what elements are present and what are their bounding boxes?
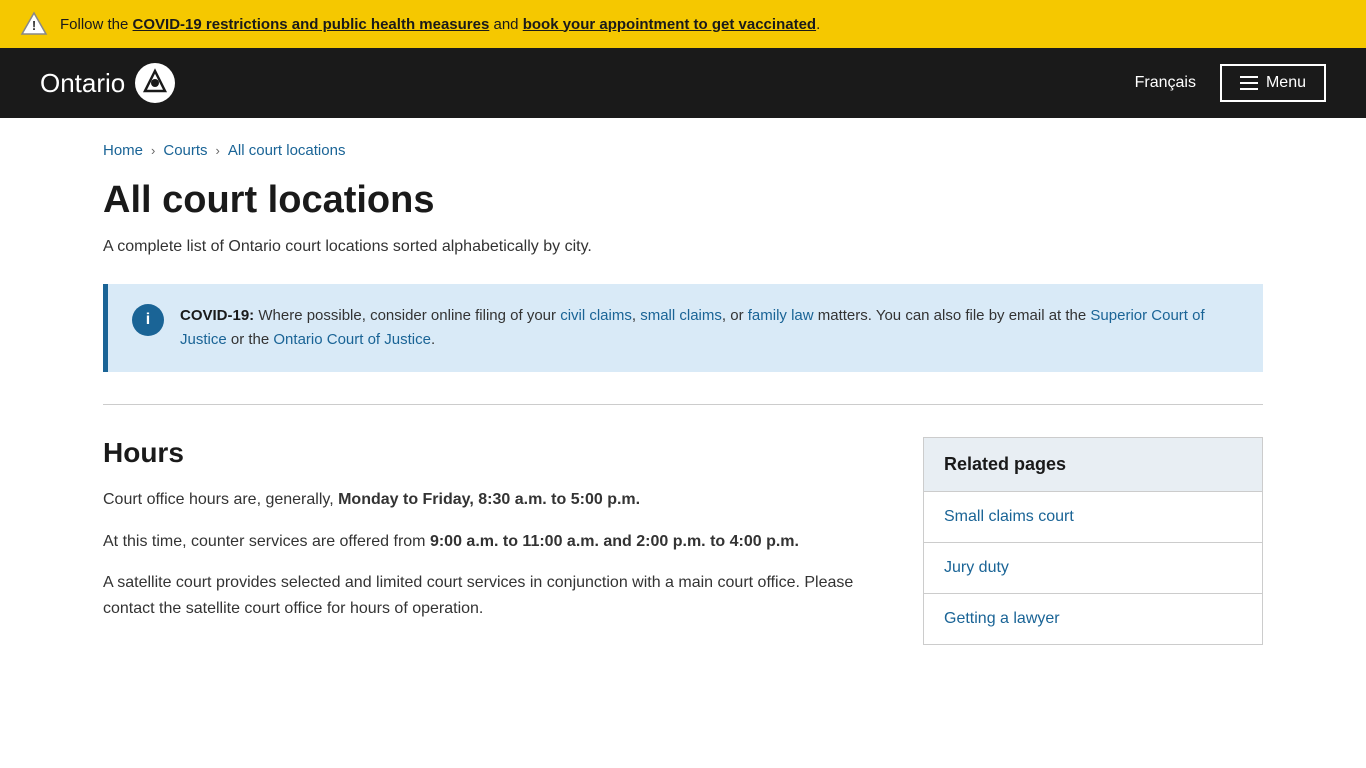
info-box-content: COVID-19: Where possible, consider onlin… bbox=[180, 304, 1239, 352]
francais-link[interactable]: Français bbox=[1135, 74, 1196, 92]
related-pages-box: Related pages Small claims court Jury du… bbox=[923, 437, 1263, 645]
hours-section: Hours Court office hours are, generally,… bbox=[103, 437, 883, 637]
sidebar: Related pages Small claims court Jury du… bbox=[923, 437, 1263, 645]
breadcrumb-courts[interactable]: Courts bbox=[163, 142, 207, 159]
hours-para-2: At this time, counter services are offer… bbox=[103, 529, 883, 555]
logo-text: Ontario bbox=[40, 68, 125, 99]
hamburger-icon bbox=[1240, 76, 1258, 90]
header: Ontario Français Menu bbox=[0, 48, 1366, 118]
info-icon: i bbox=[132, 304, 164, 336]
svg-text:!: ! bbox=[32, 18, 36, 33]
related-item-2: Jury duty bbox=[924, 542, 1262, 593]
main-content: Home › Courts › All court locations All … bbox=[63, 118, 1303, 645]
page-title: All court locations bbox=[103, 179, 1263, 222]
breadcrumb-sep-2: › bbox=[216, 143, 220, 158]
divider bbox=[103, 404, 1263, 405]
covid-label: COVID-19: bbox=[180, 307, 254, 324]
small-claims-link[interactable]: small claims bbox=[640, 307, 722, 324]
family-law-link[interactable]: family law bbox=[748, 307, 814, 324]
small-claims-court-link[interactable]: Small claims court bbox=[924, 492, 1262, 542]
getting-a-lawyer-link[interactable]: Getting a lawyer bbox=[924, 594, 1262, 644]
related-pages-list: Small claims court Jury duty Getting a l… bbox=[924, 491, 1262, 644]
related-item-3: Getting a lawyer bbox=[924, 593, 1262, 644]
header-nav: Français Menu bbox=[1135, 64, 1326, 102]
hours-title: Hours bbox=[103, 437, 883, 469]
alert-banner: ! Follow the COVID-19 restrictions and p… bbox=[0, 0, 1366, 48]
menu-button[interactable]: Menu bbox=[1220, 64, 1326, 102]
breadcrumb-sep-1: › bbox=[151, 143, 155, 158]
content-layout: Hours Court office hours are, generally,… bbox=[103, 437, 1263, 645]
menu-label: Menu bbox=[1266, 74, 1306, 92]
ontario-logo-icon bbox=[135, 63, 175, 103]
ontario-court-link[interactable]: Ontario Court of Justice bbox=[273, 331, 431, 348]
related-item-1: Small claims court bbox=[924, 491, 1262, 542]
civil-claims-link[interactable]: civil claims bbox=[560, 307, 632, 324]
breadcrumb-home[interactable]: Home bbox=[103, 142, 143, 159]
hours-bold-1: Monday to Friday, 8:30 a.m. to 5:00 p.m. bbox=[338, 491, 640, 508]
jury-duty-link[interactable]: Jury duty bbox=[924, 543, 1262, 593]
ontario-logo[interactable]: Ontario bbox=[40, 63, 175, 103]
alert-text: Follow the COVID-19 restrictions and pub… bbox=[60, 16, 820, 33]
info-box: i COVID-19: Where possible, consider onl… bbox=[103, 284, 1263, 372]
page-subtitle: A complete list of Ontario court locatio… bbox=[103, 238, 1263, 256]
hours-bold-2: 9:00 a.m. to 11:00 a.m. and 2:00 p.m. to… bbox=[430, 533, 799, 550]
vaccination-link[interactable]: book your appointment to get vaccinated bbox=[523, 16, 816, 33]
hours-para-1: Court office hours are, generally, Monda… bbox=[103, 487, 883, 513]
breadcrumb-current: All court locations bbox=[228, 142, 346, 159]
hours-para-3: A satellite court provides selected and … bbox=[103, 570, 883, 621]
covid-restrictions-link[interactable]: COVID-19 restrictions and public health … bbox=[133, 16, 490, 33]
breadcrumb: Home › Courts › All court locations bbox=[103, 118, 1263, 179]
warning-icon: ! bbox=[20, 10, 48, 38]
related-pages-header: Related pages bbox=[924, 438, 1262, 491]
